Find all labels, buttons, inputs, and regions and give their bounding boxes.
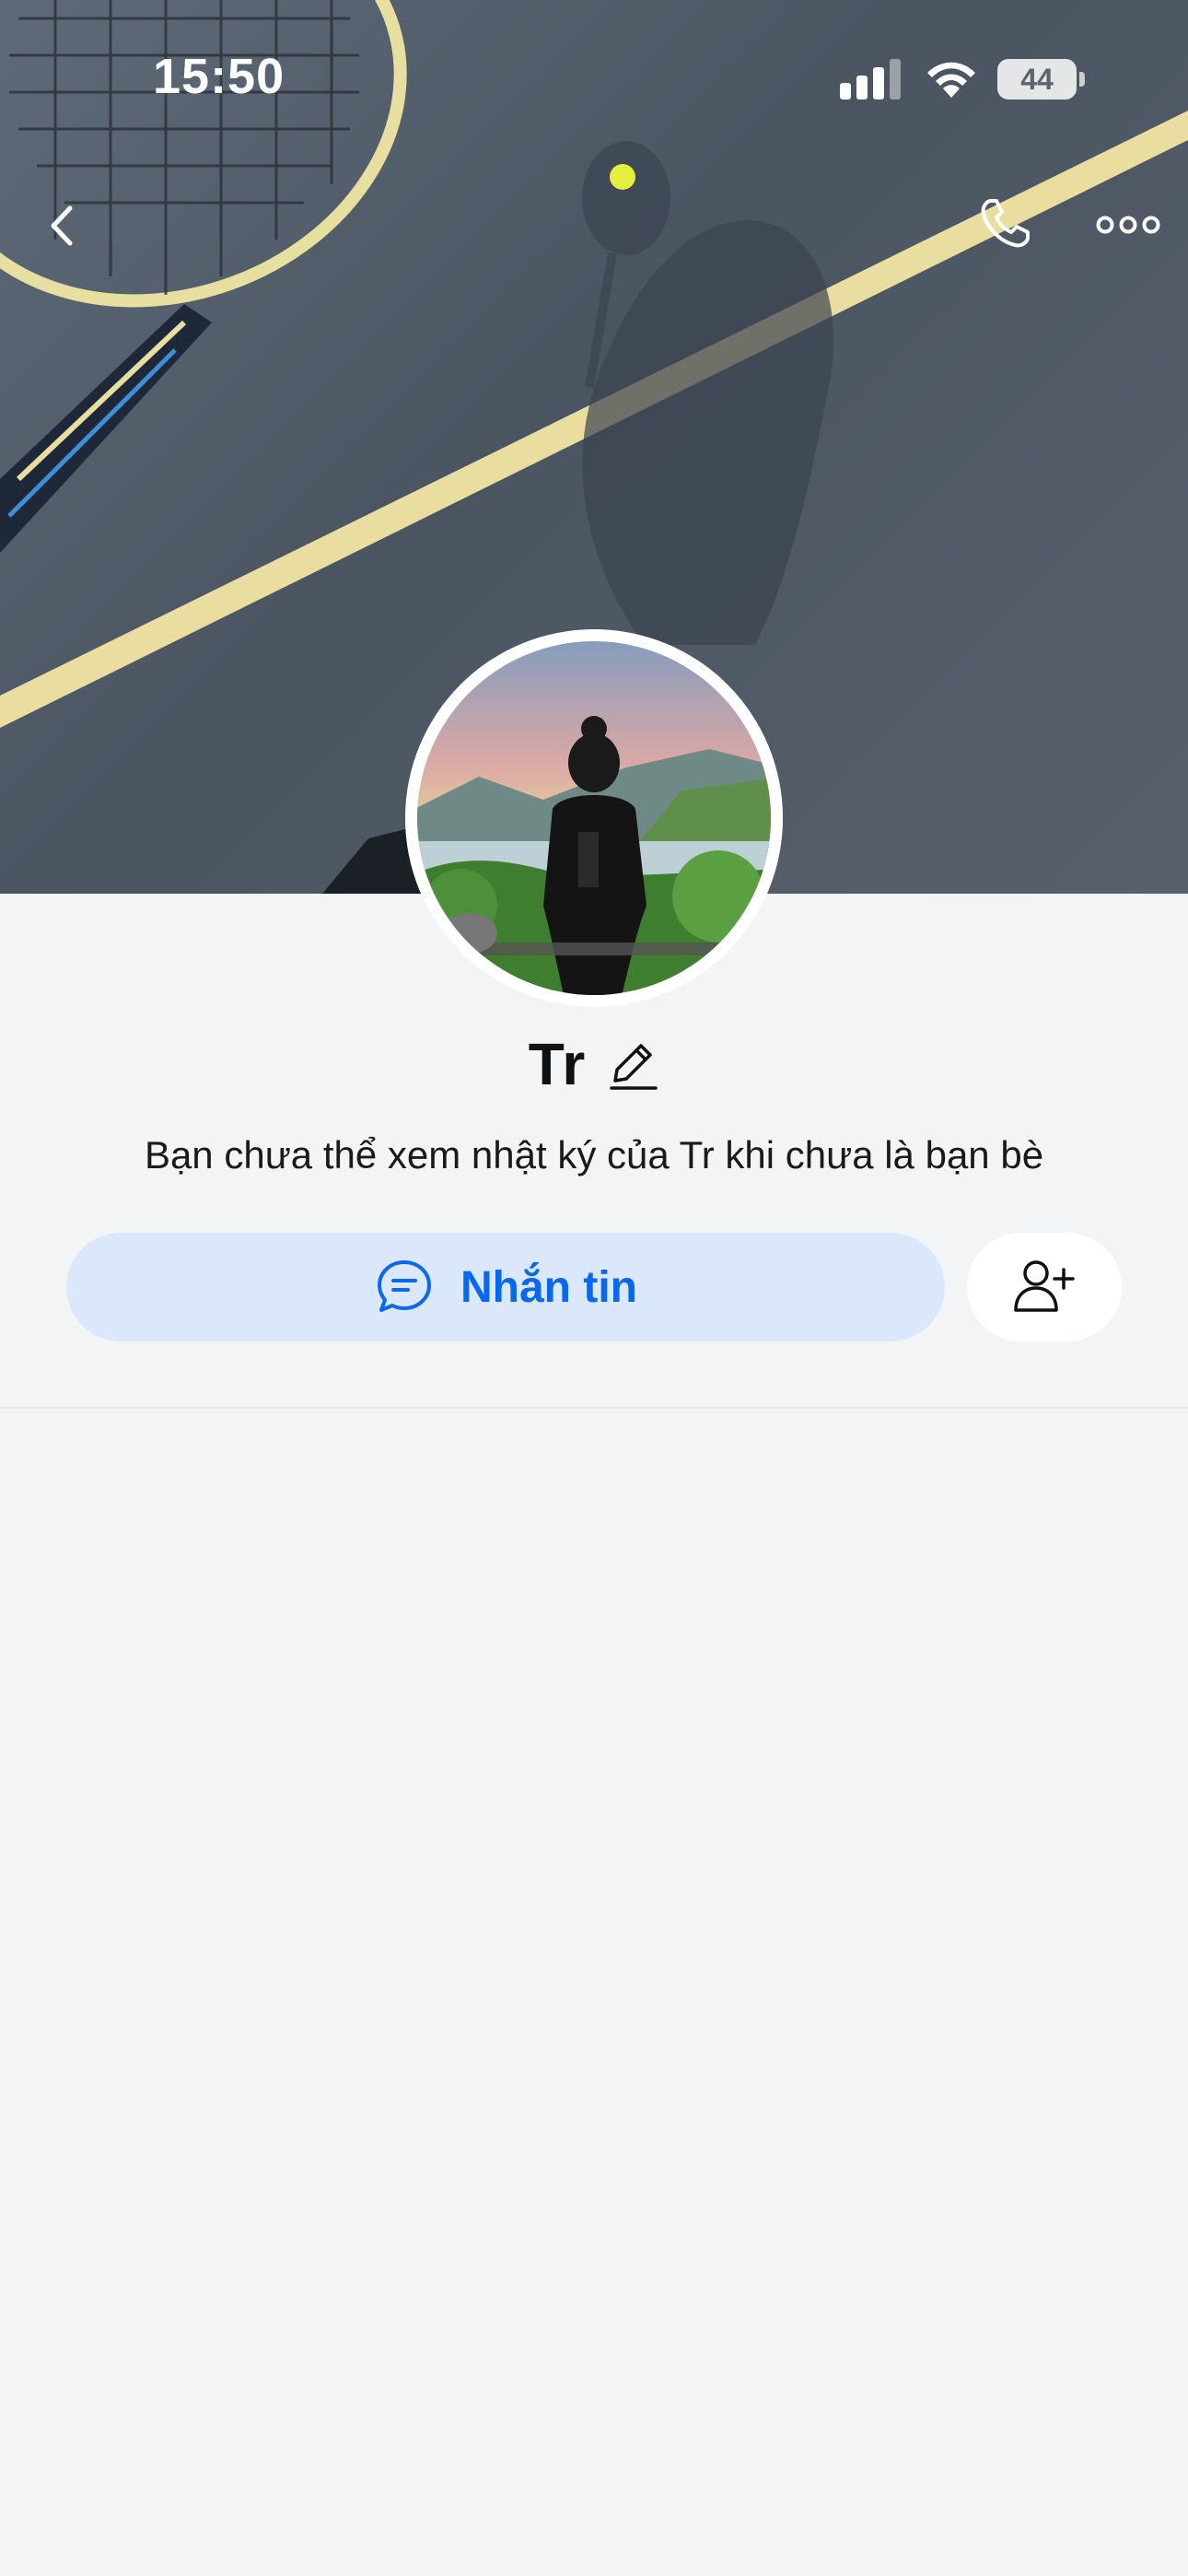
phone-icon[interactable] (973, 192, 1037, 256)
edit-pencil-icon[interactable] (608, 1038, 659, 1090)
avatar[interactable] (405, 629, 783, 1007)
more-icon[interactable] (1096, 208, 1160, 241)
add-friend-button[interactable] (967, 1233, 1122, 1341)
message-button-label: Nhắn tin (460, 1262, 637, 1312)
chevron-left-icon[interactable] (37, 193, 92, 258)
status-time: 15:50 (153, 49, 285, 104)
profile-name: Tr (528, 1031, 587, 1097)
avatar-image (405, 629, 783, 1007)
diary-privacy-notice: Bạn chưa thể xem nhật ký của Tr khi chưa… (144, 1133, 1044, 1177)
battery-tip (1079, 72, 1085, 87)
wifi-icon (927, 62, 975, 98)
section-divider (0, 1407, 1188, 1409)
battery-indicator: 44 (997, 59, 1077, 100)
status-bar: 15:50 44 (0, 0, 1188, 157)
chat-bubble-icon (378, 1260, 431, 1312)
add-friend-icon (1014, 1260, 1075, 1312)
message-button[interactable]: Nhắn tin (66, 1233, 945, 1341)
name-row: Tr (0, 1027, 1188, 1101)
cellular-signal-icon (840, 59, 901, 100)
